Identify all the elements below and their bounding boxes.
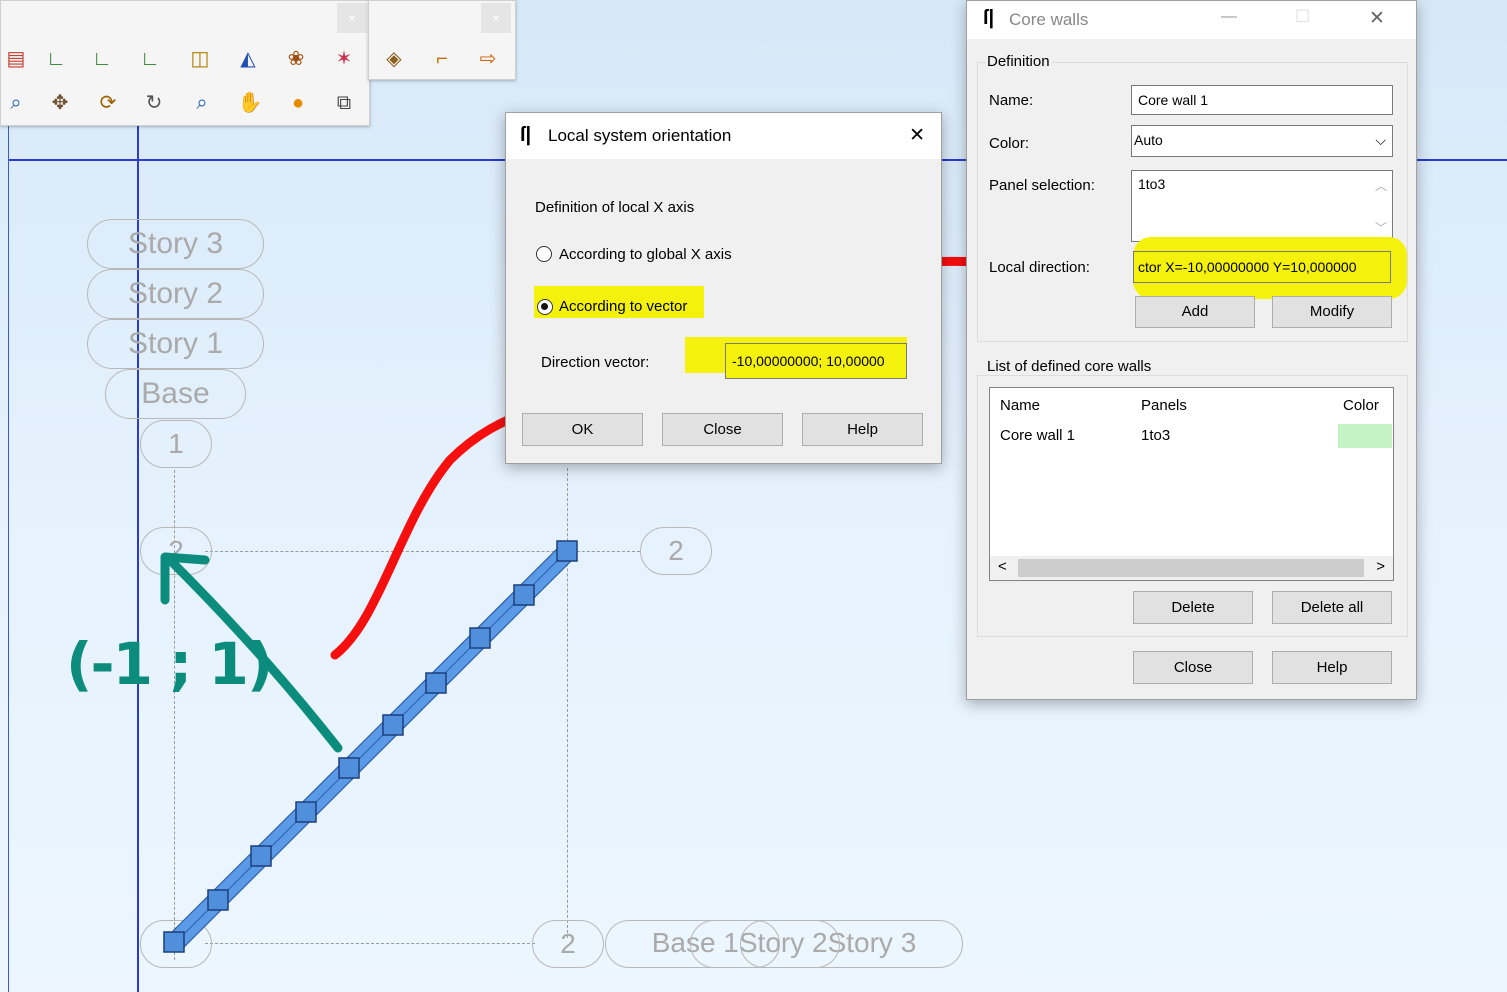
horizontal-scrollbar[interactable]: < >: [990, 556, 1393, 580]
toolbar-icon-export[interactable]: ⇨: [473, 45, 503, 73]
maximize-icon[interactable]: ☐: [1295, 7, 1310, 27]
core-dialog-title: Core walls: [1009, 10, 1089, 29]
local-dialog-title: Local system orientation: [548, 126, 732, 145]
direction-vector-input[interactable]: -10,00000000; 10,00000: [725, 343, 907, 379]
node: [382, 714, 404, 736]
node: [556, 540, 578, 562]
core-help-button[interactable]: Help: [1272, 651, 1392, 684]
toolbar-right-close-button[interactable]: ×: [481, 3, 511, 33]
delete-all-button[interactable]: Delete all: [1272, 591, 1392, 624]
toolbar-icon-surface[interactable]: ◭: [233, 45, 263, 73]
toolbar-icon-axis-xy[interactable]: ∟: [41, 45, 71, 73]
node: [513, 584, 535, 606]
core-wall-list-group-label: List of defined core walls: [985, 358, 1154, 375]
table-header-panels[interactable]: Panels: [1141, 397, 1187, 414]
scroll-left-icon[interactable]: <: [998, 558, 1007, 575]
panel-selection-textarea[interactable]: 1to3 ︿ ﹀: [1131, 170, 1393, 242]
toolbar-icon-section[interactable]: ⌐: [427, 45, 457, 73]
chevron-down-icon: ⌵: [1375, 132, 1386, 148]
core-walls-dialog: ſ| Core walls — ☐ ✕ Definition Name: Cor…: [966, 0, 1417, 700]
color-select-value: Auto: [1134, 132, 1163, 148]
toolbar-icon-hand[interactable]: ✋: [235, 89, 265, 117]
toolbar-icon-zoom-window[interactable]: ⌕: [187, 89, 217, 117]
row-name-cell: Core wall 1: [1000, 427, 1076, 444]
panel-selection-label: Panel selection:: [989, 177, 1095, 194]
app-logo-icon: ſ|: [983, 7, 995, 29]
radio-global-x-axis-label[interactable]: According to global X axis: [559, 246, 732, 263]
toolbar-icon-axis-zx[interactable]: ∟: [135, 45, 165, 73]
direction-vector-label: Direction vector:: [541, 354, 650, 371]
handwritten-vector-note: (-1 ; 1): [66, 630, 273, 698]
local-axis-section-label: Definition of local X axis: [535, 199, 695, 216]
node: [425, 672, 447, 694]
local-direction-label: Local direction:: [989, 259, 1090, 276]
core-dialog-titlebar[interactable]: ſ| Core walls — ☐ ✕: [967, 1, 1416, 39]
toolbar-icon-zoom[interactable]: ⌕: [1, 89, 31, 117]
core-wall-table[interactable]: Name Panels Color Core wall 1 1to3 < >: [989, 387, 1394, 581]
color-label: Color:: [989, 135, 1030, 152]
radio-according-to-vector[interactable]: [537, 299, 553, 315]
toolbar-icon-rotate[interactable]: ↻: [139, 89, 169, 117]
radio-according-to-vector-label[interactable]: According to vector: [559, 298, 687, 315]
node: [338, 757, 360, 779]
core-close-button[interactable]: Close: [1133, 651, 1253, 684]
node: [250, 845, 272, 867]
scroll-right-icon[interactable]: >: [1376, 558, 1385, 575]
scroll-up-icon[interactable]: ︿: [1375, 173, 1387, 199]
table-header-color[interactable]: Color: [1343, 397, 1379, 414]
toolbar-icon-pan-grid[interactable]: ✥: [45, 89, 75, 117]
close-button[interactable]: Close: [662, 413, 783, 446]
help-button[interactable]: Help: [802, 413, 923, 446]
radio-global-x-axis[interactable]: [536, 246, 552, 262]
toolbar-icon-view[interactable]: ▤: [1, 45, 31, 73]
ok-button[interactable]: OK: [522, 413, 643, 446]
app-logo-icon: ſ|: [520, 124, 532, 146]
local-dialog-titlebar[interactable]: ſ| Local system orientation ✕: [506, 113, 941, 159]
panel-selection-value: 1to3: [1138, 176, 1166, 192]
local-direction-input[interactable]: ctor X=-10,00000000 Y=10,000000: [1133, 251, 1391, 283]
close-icon[interactable]: ✕: [1369, 7, 1385, 30]
table-row[interactable]: Core wall 1 1to3: [990, 422, 1393, 448]
row-color-swatch: [1338, 424, 1392, 448]
name-label: Name:: [989, 92, 1034, 109]
toolbar-left-close-button[interactable]: ×: [337, 3, 367, 33]
toolbar-icon-sphere[interactable]: ●: [283, 89, 313, 117]
node: [469, 627, 491, 649]
toolbar-icon-perspective[interactable]: ◫: [185, 45, 215, 73]
definition-group-label: Definition: [985, 53, 1052, 70]
toolbar-icon-shape[interactable]: ◈: [379, 45, 409, 73]
node: [207, 889, 229, 911]
close-icon[interactable]: ✕: [909, 124, 925, 147]
scrollbar-thumb[interactable]: [1018, 559, 1364, 577]
toolbar-icon-orbit[interactable]: ⟳: [93, 89, 123, 117]
node: [163, 931, 185, 953]
delete-button[interactable]: Delete: [1133, 591, 1253, 624]
toolbar-icon-render[interactable]: ❀: [281, 45, 311, 73]
name-input[interactable]: Core wall 1: [1131, 85, 1393, 115]
toolbar-left: × ▤ ∟ ∟ ∟ ◫ ◭ ❀ ✶ ⌕ ✥ ⟳ ↻ ⌕ ✋ ● ⧉: [0, 0, 370, 126]
toolbar-right: × ◈ ⌐ ⇨: [368, 0, 516, 80]
toolbar-icon-windows[interactable]: ⧉: [329, 89, 359, 117]
row-panels-cell: 1to3: [1141, 427, 1171, 444]
modify-button[interactable]: Modify: [1272, 296, 1392, 328]
toolbar-icon-axis-zy[interactable]: ∟: [87, 45, 117, 73]
color-select[interactable]: Auto ⌵: [1131, 125, 1393, 157]
local-system-orientation-dialog: ſ| Local system orientation ✕ Definition…: [505, 112, 942, 464]
node: [295, 801, 317, 823]
minimize-icon[interactable]: —: [1221, 8, 1237, 26]
table-header-name[interactable]: Name: [1000, 397, 1040, 414]
toolbar-icon-star[interactable]: ✶: [329, 45, 359, 73]
add-button[interactable]: Add: [1135, 296, 1255, 328]
